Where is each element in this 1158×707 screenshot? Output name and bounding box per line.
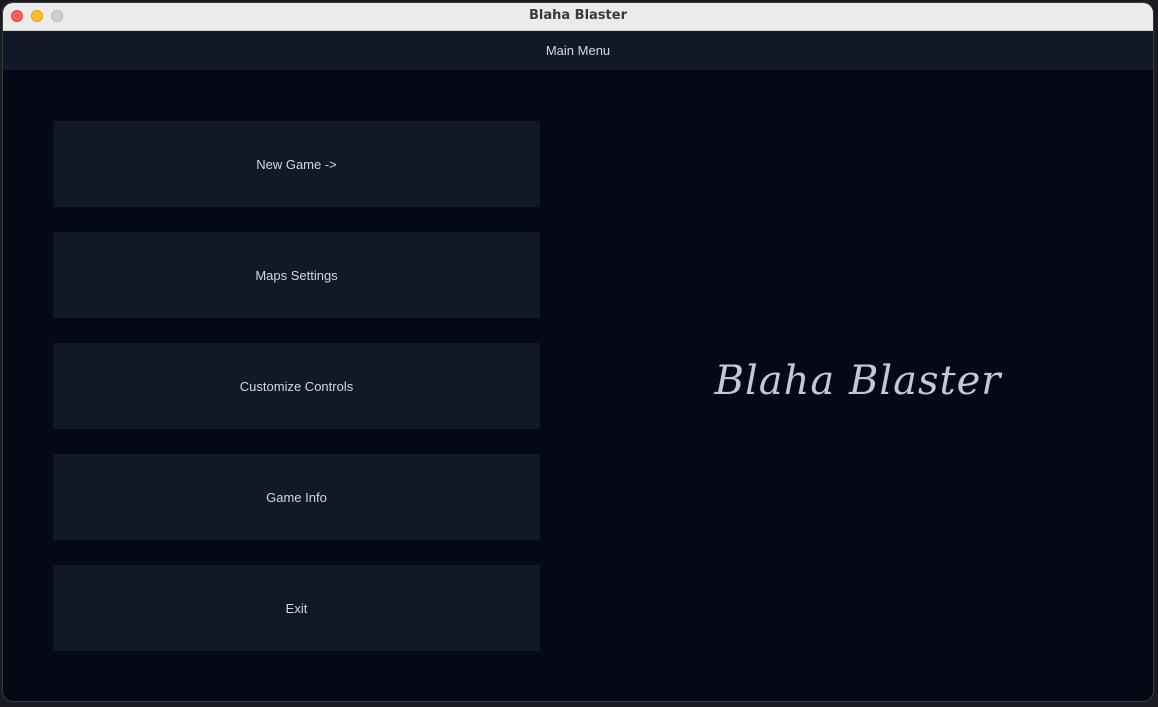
game-logo: Blaha Blaster	[714, 358, 1002, 404]
customize-controls-button[interactable]: Customize Controls	[53, 343, 540, 429]
maps-settings-button[interactable]: Maps Settings	[53, 232, 540, 318]
page-title: Main Menu	[3, 31, 1153, 70]
title-bar[interactable]: Blaha Blaster	[3, 3, 1153, 31]
app-window: Blaha Blaster Main Menu New Game -> Maps…	[3, 3, 1153, 701]
window-title: Blaha Blaster	[528, 8, 627, 23]
game-info-button[interactable]: Game Info	[53, 454, 540, 540]
new-game-button[interactable]: New Game ->	[53, 121, 540, 207]
exit-button[interactable]: Exit	[53, 565, 540, 651]
